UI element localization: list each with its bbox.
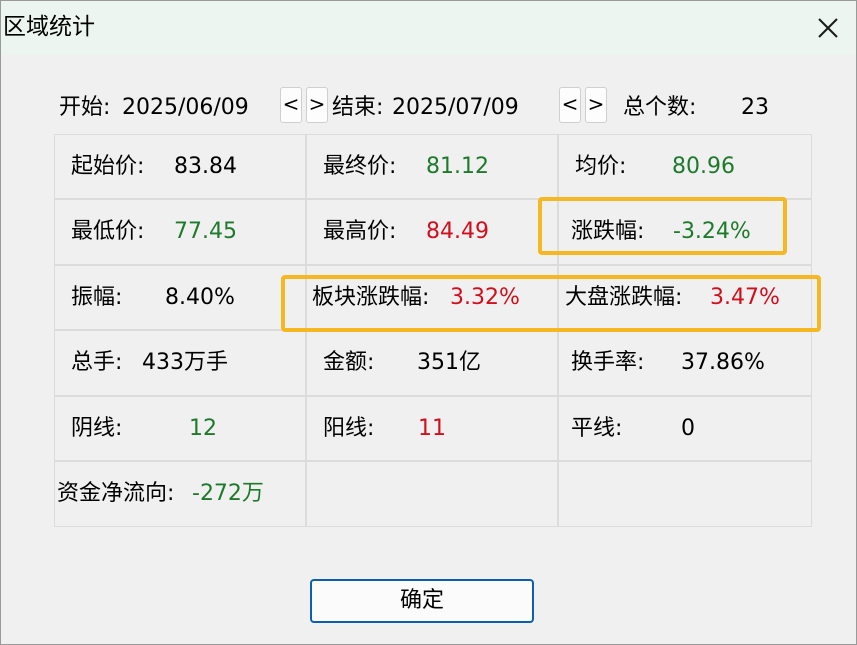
stat-value: 11 <box>418 415 446 441</box>
stat-flat-days: 平线: 0 <box>558 396 812 461</box>
stat-label: 资金净流向: <box>57 481 175 506</box>
stat-label: 大盘涨跌幅: <box>565 284 683 310</box>
start-label: 开始: <box>59 95 111 120</box>
stat-label: 平线: <box>571 415 623 441</box>
start-next-button[interactable]: > <box>306 87 328 123</box>
stat-sector-change: 板块涨跌幅: 3.32% <box>306 265 558 330</box>
stat-value: 80.96 <box>672 153 735 179</box>
stat-value: 81.12 <box>426 153 489 179</box>
stat-value: 3.47% <box>710 284 780 310</box>
stat-label: 起始价: <box>71 153 145 179</box>
end-prev-button[interactable]: < <box>559 87 581 123</box>
count-label: 总个数: <box>623 95 697 120</box>
stat-value: 3.32% <box>450 284 520 310</box>
stat-label: 最终价: <box>323 153 397 179</box>
end-next-button[interactable]: > <box>585 87 607 123</box>
count-value: 23 <box>741 95 769 120</box>
stat-label: 金额: <box>323 350 375 375</box>
stat-up-days: 阳线: 11 <box>306 396 558 461</box>
end-date: 2025/07/09 <box>392 95 519 120</box>
stat-label: 均价: <box>575 153 627 179</box>
stat-volume: 总手: 433万手 <box>54 330 306 396</box>
stat-net-flow: 资金净流向: -272万 <box>54 461 306 527</box>
stat-label: 振幅: <box>71 284 123 310</box>
empty-cell <box>558 461 812 527</box>
region-stats-dialog: 区域统计 开始: 2025/06/09 < > 结束: 2025/07/09 <… <box>0 0 857 645</box>
stat-value: 83.84 <box>174 153 237 179</box>
close-icon <box>818 18 838 38</box>
stat-value: 433万手 <box>142 350 228 375</box>
stat-label: 总手: <box>71 350 123 375</box>
stat-down-days: 阴线: 12 <box>54 396 306 461</box>
stat-label: 板块涨跌幅: <box>312 284 430 310</box>
stat-turnover: 换手率: 37.86% <box>558 330 812 396</box>
stat-end-price: 最终价: 81.12 <box>306 134 558 199</box>
stat-value: 351亿 <box>417 350 481 375</box>
stat-value: -3.24% <box>673 219 751 244</box>
stat-amplitude: 振幅: 8.40% <box>54 265 306 330</box>
title-bar: 区域统计 <box>1 1 856 55</box>
stat-market-change: 大盘涨跌幅: 3.47% <box>558 265 812 330</box>
stat-value: 8.40% <box>165 284 235 310</box>
stat-value: 37.86% <box>681 350 765 375</box>
stat-avg-price: 均价: 80.96 <box>558 134 812 199</box>
ok-button[interactable]: 确定 <box>310 579 534 623</box>
stat-value: 12 <box>189 415 217 441</box>
stat-start-price: 起始价: 83.84 <box>54 134 306 199</box>
start-date: 2025/06/09 <box>122 95 249 120</box>
start-prev-button[interactable]: < <box>280 87 302 123</box>
stat-change-pct: 涨跌幅: -3.24% <box>558 199 812 265</box>
stat-low-price: 最低价: 77.45 <box>54 199 306 265</box>
end-label: 结束: <box>332 95 384 120</box>
stat-high-price: 最高价: 84.49 <box>306 199 558 265</box>
stat-value: 77.45 <box>174 219 237 244</box>
stat-value: 0 <box>681 415 695 441</box>
stat-label: 涨跌幅: <box>571 219 645 244</box>
stat-label: 阴线: <box>71 415 123 441</box>
stats-grid: 起始价: 83.84 最终价: 81.12 均价: 80.96 最低价: 77.… <box>54 134 812 527</box>
stat-label: 最高价: <box>323 219 397 244</box>
empty-cell <box>306 461 558 527</box>
stat-value: -272万 <box>192 481 264 506</box>
close-button[interactable] <box>814 14 842 42</box>
dialog-title: 区域统计 <box>3 14 95 40</box>
stat-amount: 金额: 351亿 <box>306 330 558 396</box>
stat-label: 最低价: <box>71 219 145 244</box>
stat-value: 84.49 <box>426 219 489 244</box>
stat-label: 换手率: <box>571 350 645 375</box>
stat-label: 阳线: <box>323 415 375 441</box>
